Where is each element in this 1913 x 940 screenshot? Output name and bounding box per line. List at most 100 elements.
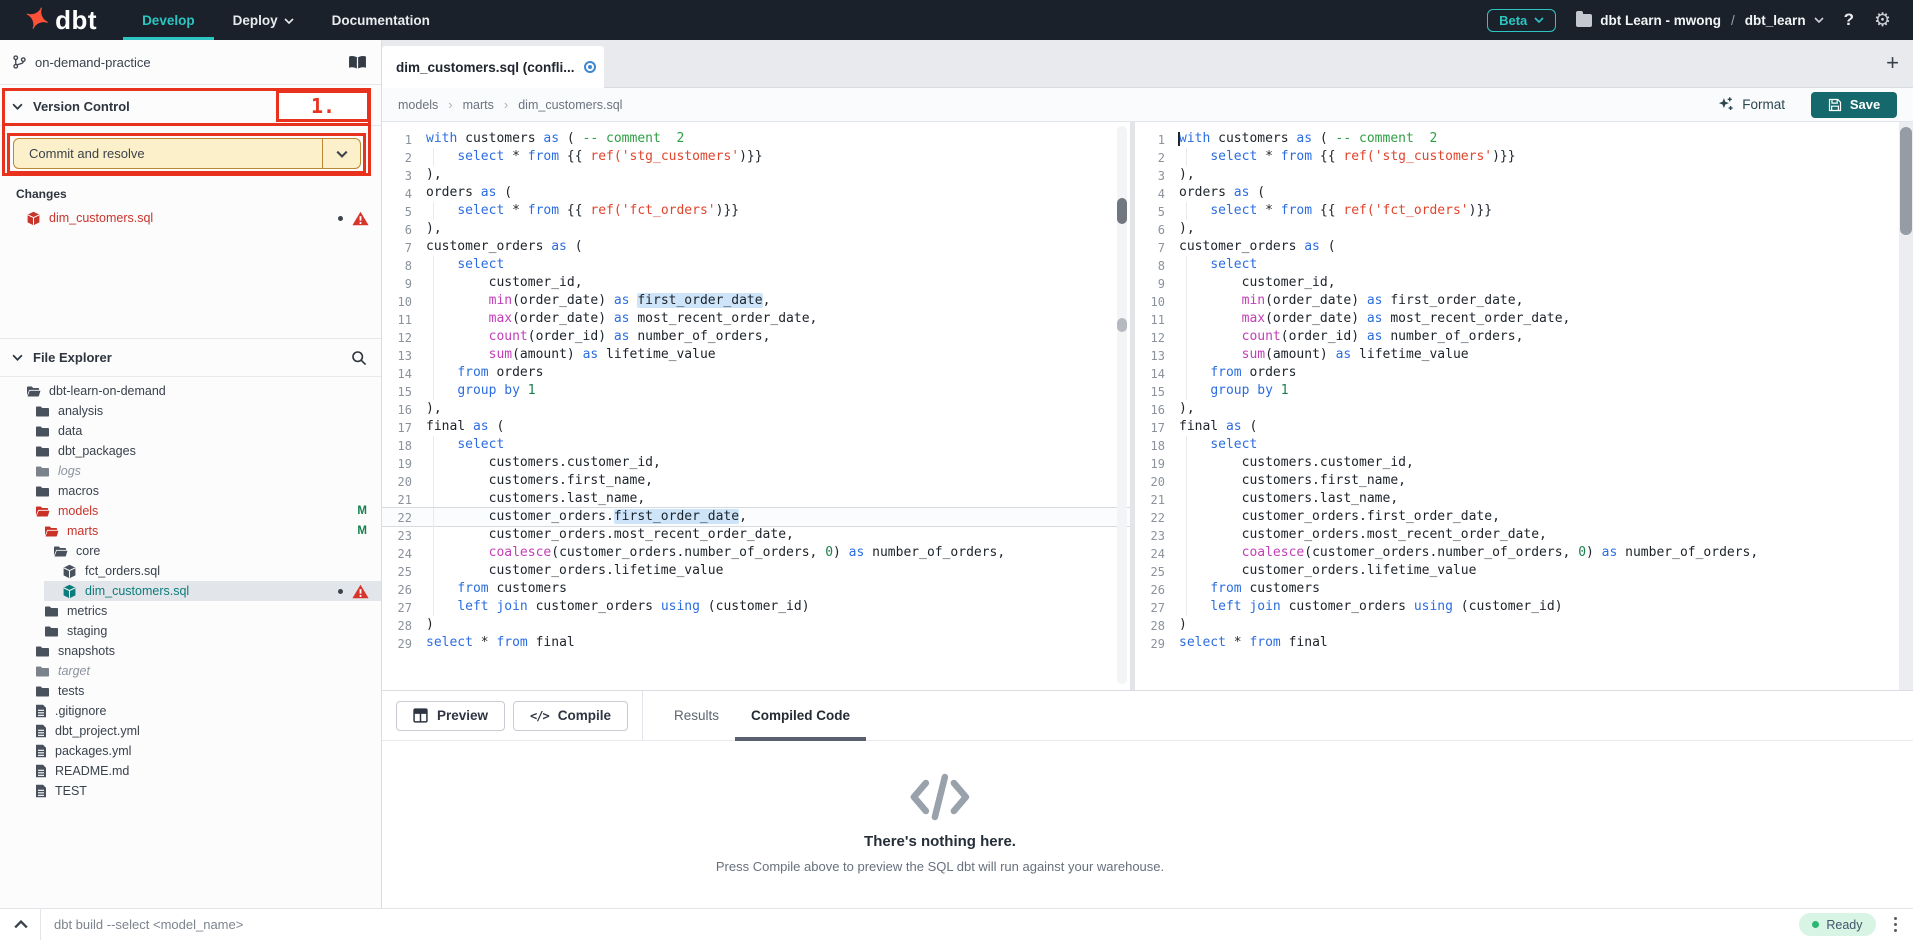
code-line[interactable]: 12 count(order_id) as number_of_orders, bbox=[382, 328, 1130, 346]
code-line[interactable]: 6), bbox=[1135, 220, 1913, 238]
code-line[interactable]: 7customer_orders as ( bbox=[1135, 238, 1913, 256]
code-line[interactable]: 27 left join customer_orders using (cust… bbox=[1135, 598, 1913, 616]
results-tab-compiled-code[interactable]: Compiled Code bbox=[735, 691, 866, 741]
breadcrumb-item[interactable]: dim_customers.sql bbox=[518, 98, 622, 112]
code-line[interactable]: 22 customer_orders.first_order_date, bbox=[1135, 508, 1913, 526]
tree-item-packages-yml[interactable]: packages.yml bbox=[0, 741, 381, 761]
code-line[interactable]: 11 max(order_date) as most_recent_order_… bbox=[1135, 310, 1913, 328]
tree-item--gitignore[interactable]: .gitignore bbox=[0, 701, 381, 721]
code-line[interactable]: 1with customers as ( -- comment 2 bbox=[1135, 130, 1913, 148]
tree-item-metrics[interactable]: metrics bbox=[0, 601, 381, 621]
code-line[interactable]: 19 customers.customer_id, bbox=[1135, 454, 1913, 472]
code-line[interactable]: 10 min(order_date) as first_order_date, bbox=[1135, 292, 1913, 310]
tree-item-target[interactable]: target bbox=[0, 661, 381, 681]
code-line[interactable]: 1with customers as ( -- comment 2 bbox=[382, 130, 1130, 148]
search-icon[interactable] bbox=[351, 350, 367, 366]
code-pane-right[interactable]: 1with customers as ( -- comment 22 selec… bbox=[1135, 122, 1913, 690]
new-tab-plus-icon[interactable]: + bbox=[1886, 52, 1899, 74]
code-line[interactable]: 21 customers.last_name, bbox=[382, 490, 1130, 508]
code-line[interactable]: 17final as ( bbox=[382, 418, 1130, 436]
code-line[interactable]: 24 coalesce(customer_orders.number_of_or… bbox=[382, 544, 1130, 562]
collapse-chevron-up-icon[interactable] bbox=[0, 920, 40, 929]
code-line[interactable]: 5 select * from {{ ref('fct_orders')}} bbox=[1135, 202, 1913, 220]
code-line[interactable]: 3), bbox=[382, 166, 1130, 184]
code-line[interactable]: 15 group by 1 bbox=[382, 382, 1130, 400]
code-line[interactable]: 8 select bbox=[382, 256, 1130, 274]
code-line[interactable]: 4orders as ( bbox=[1135, 184, 1913, 202]
code-line[interactable]: 9 customer_id, bbox=[382, 274, 1130, 292]
code-line[interactable]: 15 group by 1 bbox=[1135, 382, 1913, 400]
code-line[interactable]: 27 left join customer_orders using (cust… bbox=[382, 598, 1130, 616]
code-line[interactable]: 28) bbox=[382, 616, 1130, 634]
code-line[interactable]: 8 select bbox=[1135, 256, 1913, 274]
commit-and-resolve-button[interactable]: Commit and resolve bbox=[13, 138, 361, 169]
tree-item-analysis[interactable]: analysis bbox=[0, 401, 381, 421]
code-line[interactable]: 16), bbox=[382, 400, 1130, 418]
code-line[interactable]: 7customer_orders as ( bbox=[382, 238, 1130, 256]
help-icon[interactable]: ? bbox=[1844, 10, 1854, 30]
code-line[interactable]: 9 customer_id, bbox=[1135, 274, 1913, 292]
code-line[interactable]: 19 customers.customer_id, bbox=[382, 454, 1130, 472]
dbt-logo[interactable]: ✦ dbt bbox=[0, 0, 123, 40]
tree-item-dbt-packages[interactable]: dbt_packages bbox=[0, 441, 381, 461]
file-explorer-header[interactable]: File Explorer bbox=[0, 339, 381, 377]
project-selector[interactable]: dbt Learn - mwong / dbt_learn bbox=[1576, 13, 1823, 28]
code-line[interactable]: 16), bbox=[1135, 400, 1913, 418]
changed-file-row[interactable]: dim_customers.sql bbox=[0, 206, 381, 230]
code-line[interactable]: 3), bbox=[1135, 166, 1913, 184]
code-line[interactable]: 11 max(order_date) as most_recent_order_… bbox=[382, 310, 1130, 328]
code-line[interactable]: 25 customer_orders.lifetime_value bbox=[1135, 562, 1913, 580]
editor-tab-dim-customers[interactable]: dim_customers.sql (confli... bbox=[382, 46, 604, 88]
code-line[interactable]: 18 select bbox=[382, 436, 1130, 454]
code-line[interactable]: 29select * from final bbox=[1135, 634, 1913, 652]
code-line[interactable]: 2 select * from {{ ref('stg_customers')}… bbox=[382, 148, 1130, 166]
commit-dropdown-toggle[interactable] bbox=[322, 139, 360, 168]
code-line[interactable]: 25 customer_orders.lifetime_value bbox=[382, 562, 1130, 580]
code-line[interactable]: 12 count(order_id) as number_of_orders, bbox=[1135, 328, 1913, 346]
tree-item-logs[interactable]: logs bbox=[0, 461, 381, 481]
code-pane-left[interactable]: 1with customers as ( -- comment 22 selec… bbox=[382, 122, 1130, 690]
code-line[interactable]: 23 customer_orders.most_recent_order_dat… bbox=[1135, 526, 1913, 544]
code-line[interactable]: 28) bbox=[1135, 616, 1913, 634]
results-tab-results[interactable]: Results bbox=[658, 691, 735, 741]
format-button[interactable]: Format bbox=[1717, 96, 1785, 113]
code-line[interactable]: 5 select * from {{ ref('fct_orders')}} bbox=[382, 202, 1130, 220]
code-line[interactable]: 18 select bbox=[1135, 436, 1913, 454]
breadcrumb-item[interactable]: models bbox=[398, 98, 438, 112]
tree-item-staging[interactable]: staging bbox=[0, 621, 381, 641]
code-line[interactable]: 6), bbox=[382, 220, 1130, 238]
docs-book-icon[interactable] bbox=[348, 55, 367, 70]
command-input[interactable]: dbt build --select <model_name> bbox=[41, 917, 1799, 932]
code-line[interactable]: 14 from orders bbox=[1135, 364, 1913, 382]
settings-gear-icon[interactable]: ⚙ bbox=[1874, 11, 1891, 30]
code-line[interactable]: 20 customers.first_name, bbox=[382, 472, 1130, 490]
code-line[interactable]: 4orders as ( bbox=[382, 184, 1130, 202]
code-line[interactable]: 21 customers.last_name, bbox=[1135, 490, 1913, 508]
code-line[interactable]: 24 coalesce(customer_orders.number_of_or… bbox=[1135, 544, 1913, 562]
beta-toggle[interactable]: Beta bbox=[1487, 9, 1556, 32]
code-line[interactable]: 10 min(order_date) as first_order_date, bbox=[382, 292, 1130, 310]
tree-item-data[interactable]: data bbox=[0, 421, 381, 441]
code-line[interactable]: 2 select * from {{ ref('stg_customers')}… bbox=[1135, 148, 1913, 166]
tree-item-snapshots[interactable]: snapshots bbox=[0, 641, 381, 661]
tree-item-readme-md[interactable]: README.md bbox=[0, 761, 381, 781]
code-line[interactable]: 29select * from final bbox=[382, 634, 1130, 652]
nav-item-documentation[interactable]: Documentation bbox=[313, 0, 449, 40]
code-line[interactable]: 13 sum(amount) as lifetime_value bbox=[382, 346, 1130, 364]
compile-button[interactable]: </> Compile bbox=[513, 701, 628, 731]
tree-item-tests[interactable]: tests bbox=[0, 681, 381, 701]
scrollbar-thumb[interactable] bbox=[1117, 198, 1127, 224]
tree-item-dim-customers-sql[interactable]: dim_customers.sql bbox=[0, 581, 381, 601]
nav-item-develop[interactable]: Develop bbox=[123, 0, 214, 40]
code-line[interactable]: 17final as ( bbox=[1135, 418, 1913, 436]
tree-item-macros[interactable]: macros bbox=[0, 481, 381, 501]
code-line[interactable]: 22 customer_orders.first_order_date, bbox=[382, 508, 1130, 526]
tree-item-dbt-learn-on-demand[interactable]: dbt-learn-on-demand bbox=[0, 381, 381, 401]
code-line[interactable]: 14 from orders bbox=[382, 364, 1130, 382]
nav-item-deploy[interactable]: Deploy bbox=[214, 0, 313, 40]
kebab-menu-icon[interactable] bbox=[1890, 917, 1913, 933]
code-line[interactable]: 23 customer_orders.most_recent_order_dat… bbox=[382, 526, 1130, 544]
code-line[interactable]: 13 sum(amount) as lifetime_value bbox=[1135, 346, 1913, 364]
scrollbar-thumb[interactable] bbox=[1900, 127, 1912, 235]
tree-item-fct-orders-sql[interactable]: fct_orders.sql bbox=[0, 561, 381, 581]
